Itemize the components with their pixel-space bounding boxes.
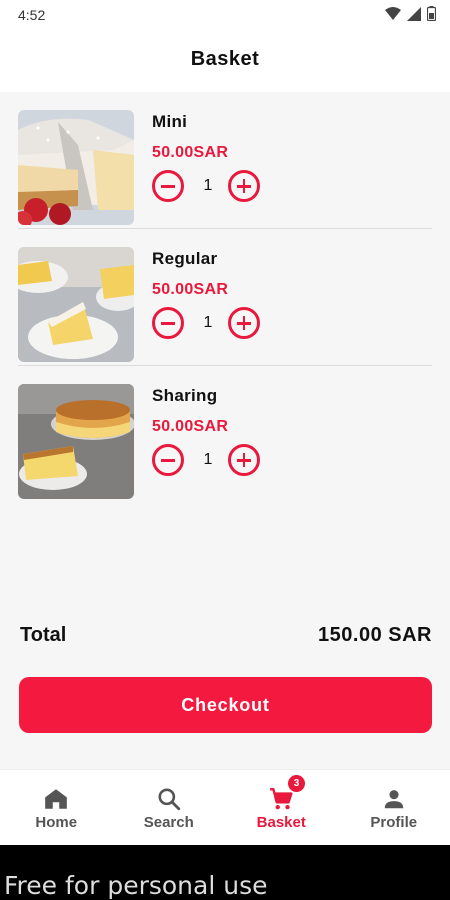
decrease-quantity-button[interactable] bbox=[152, 307, 184, 339]
item-name: Mini bbox=[152, 112, 188, 131]
quantity-value: 1 bbox=[203, 177, 213, 194]
signal-icon bbox=[407, 6, 421, 21]
item-name: Sharing bbox=[152, 386, 218, 405]
watermark-bar: Free for personal use bbox=[0, 845, 450, 900]
basket-item: Sharing 50.00SAR 1 bbox=[18, 366, 432, 503]
nav-label: Home bbox=[35, 814, 78, 831]
wifi-icon bbox=[385, 6, 401, 20]
minus-icon bbox=[161, 322, 175, 325]
page-title: Basket bbox=[190, 48, 260, 70]
product-image bbox=[18, 110, 134, 225]
nav-item-home[interactable]: Home bbox=[0, 770, 113, 846]
increase-quantity-button[interactable] bbox=[228, 307, 260, 339]
quantity-stepper: 1 bbox=[152, 307, 282, 339]
item-name: Regular bbox=[152, 249, 218, 268]
nav-item-basket[interactable]: 3 Basket bbox=[225, 770, 338, 846]
quantity-value: 1 bbox=[203, 451, 213, 468]
nav-item-profile[interactable]: Profile bbox=[338, 770, 450, 846]
product-image bbox=[18, 384, 134, 499]
bottom-nav: Home Search 3 Basket Profile bbox=[0, 769, 450, 845]
basket-item: Mini 50.00SAR 1 bbox=[18, 92, 432, 229]
person-icon bbox=[384, 790, 403, 809]
total-row: Total 150.00 SAR bbox=[20, 620, 432, 650]
increase-quantity-button[interactable] bbox=[228, 444, 260, 476]
total-value: 150.00 SAR bbox=[318, 624, 432, 646]
status-icons bbox=[385, 6, 436, 21]
increase-quantity-button[interactable] bbox=[228, 170, 260, 202]
app-header: Basket bbox=[0, 30, 450, 92]
decrease-quantity-button[interactable] bbox=[152, 170, 184, 202]
battery-icon bbox=[427, 6, 436, 21]
minus-icon bbox=[161, 459, 175, 462]
nav-label: Basket bbox=[256, 814, 306, 831]
quantity-stepper: 1 bbox=[152, 444, 282, 476]
home-icon bbox=[45, 789, 68, 809]
basket-item: Regular 50.00SAR 1 bbox=[18, 229, 432, 366]
decrease-quantity-button[interactable] bbox=[152, 444, 184, 476]
item-price: 50.00SAR bbox=[152, 281, 229, 298]
status-time: 4:52 bbox=[18, 7, 46, 23]
nav-label: Profile bbox=[370, 814, 418, 831]
watermark-text: Free for personal use bbox=[4, 871, 268, 900]
cart-badge: 3 bbox=[288, 775, 305, 792]
checkout-button[interactable]: Checkout bbox=[19, 677, 432, 733]
nav-label: Search bbox=[143, 814, 194, 831]
quantity-stepper: 1 bbox=[152, 170, 282, 202]
status-bar: 4:52 bbox=[0, 0, 450, 30]
product-image bbox=[18, 247, 134, 362]
total-label: Total bbox=[20, 624, 67, 646]
minus-icon bbox=[161, 185, 175, 188]
search-icon bbox=[158, 788, 180, 811]
item-price: 50.00SAR bbox=[152, 418, 229, 435]
nav-item-search[interactable]: Search bbox=[113, 770, 226, 846]
quantity-value: 1 bbox=[203, 314, 213, 331]
item-price: 50.00SAR bbox=[152, 144, 229, 161]
